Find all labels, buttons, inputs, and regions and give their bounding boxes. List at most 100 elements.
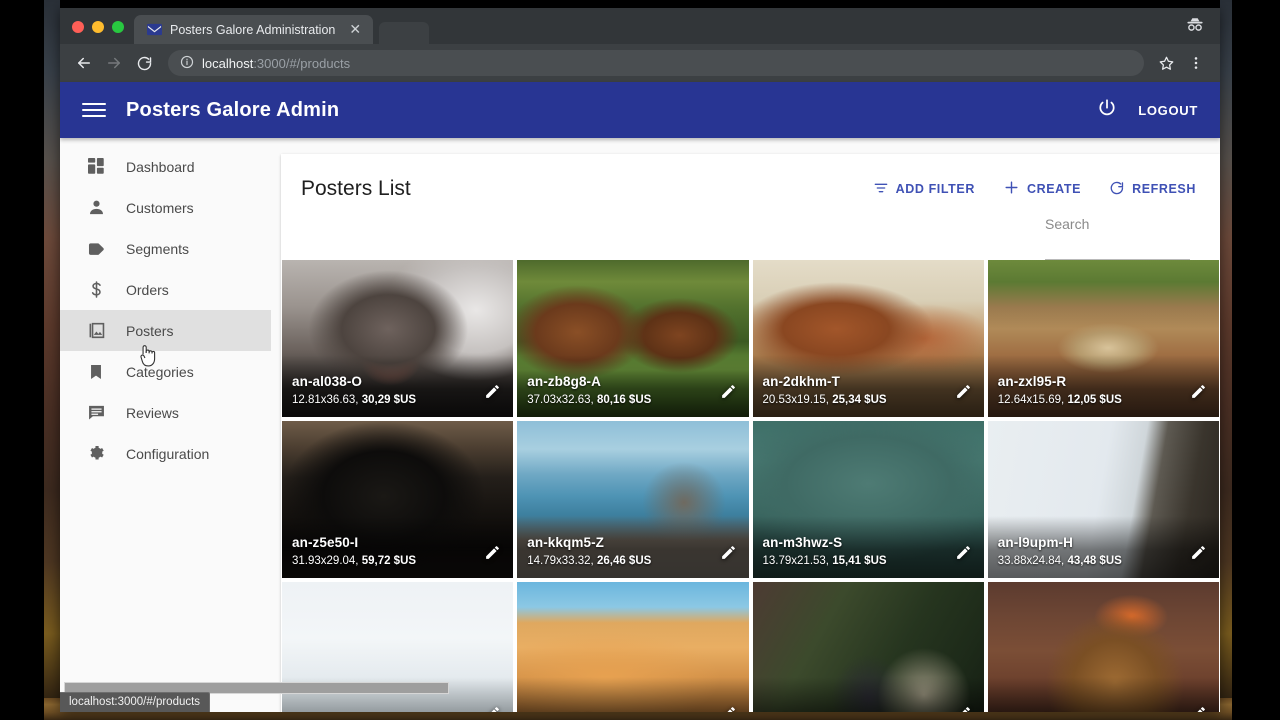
poster-card[interactable]: an-zxl95-R 12.64x15.69, 12,05 $US <box>987 260 1219 417</box>
poster-name: be-n8q2z-T <box>998 710 1070 712</box>
app-header-actions: LOGOUT <box>1096 97 1204 124</box>
add-filter-button[interactable]: ADD FILTER <box>867 176 981 203</box>
hamburger-icon[interactable] <box>76 92 112 128</box>
address-bar[interactable]: localhost:3000/#/products <box>168 50 1144 76</box>
maximize-window-button[interactable] <box>112 21 124 33</box>
panel-title: Posters List <box>301 177 411 200</box>
desktop-wallpaper-left <box>44 0 60 720</box>
poster-card[interactable]: an-ytst7-R <box>517 582 749 712</box>
poster-caption: be-n8q2z-T <box>998 710 1070 712</box>
app-body: Dashboard Customers Segments Orders Post… <box>60 138 1220 712</box>
window-controls[interactable] <box>60 21 134 44</box>
poster-meta: 31.93x29.04, 59,72 $US <box>292 554 416 568</box>
status-bar-url: localhost:3000/#/products <box>60 692 211 712</box>
poster-price: 26,46 $US <box>596 554 652 567</box>
poster-card[interactable]: be-k9udr-U <box>752 582 984 712</box>
pencil-icon[interactable] <box>720 705 737 712</box>
pencil-icon[interactable] <box>720 383 737 405</box>
sidebar-item-label: Reviews <box>126 404 179 421</box>
info-icon[interactable] <box>180 55 194 72</box>
desktop-wallpaper-right <box>1220 0 1232 720</box>
poster-caption: an-l9upm-H 33.88x24.84, 43,48 $US <box>998 535 1122 568</box>
forward-button[interactable] <box>100 49 128 77</box>
poster-card[interactable]: an-zb8g8-A 37.03x32.63, 80,16 $US <box>517 260 749 417</box>
pencil-icon[interactable] <box>484 544 501 566</box>
sidebar-item-configuration[interactable]: Configuration <box>60 433 271 474</box>
sidebar-item-customers[interactable]: Customers <box>60 187 271 228</box>
poster-name: an-ytst7-R <box>527 710 594 712</box>
poster-caption: an-ytst7-R <box>527 710 594 712</box>
poster-price: 30,29 $US <box>361 393 417 406</box>
poster-caption: an-zxl95-R 12.64x15.69, 12,05 $US <box>998 374 1122 407</box>
power-icon[interactable] <box>1096 97 1118 124</box>
sidebar-item-label: Orders <box>126 281 169 298</box>
poster-name: an-kkqm5-Z <box>527 534 605 550</box>
poster-price: 43,48 $US <box>1067 554 1122 567</box>
close-window-button[interactable] <box>72 21 84 33</box>
pencil-icon[interactable] <box>1190 705 1207 712</box>
pencil-icon[interactable] <box>1190 383 1207 405</box>
poster-meta: 20.53x19.15, 25,34 $US <box>763 393 887 407</box>
create-button[interactable]: CREATE <box>997 175 1087 203</box>
pencil-icon[interactable] <box>955 544 972 566</box>
pencil-icon[interactable] <box>1190 544 1207 566</box>
logout-button[interactable]: LOGOUT <box>1138 103 1198 118</box>
poster-card[interactable]: an-z5e50-I 31.93x29.04, 59,72 $US <box>282 421 514 578</box>
pencil-icon[interactable] <box>955 705 972 712</box>
refresh-button[interactable]: REFRESH <box>1103 176 1202 203</box>
poster-name: an-m3hwz-S <box>762 534 843 550</box>
poster-caption: be-k9udr-U <box>763 710 835 712</box>
poster-caption: an-al038-O 12.81x36.63, 30,29 $US <box>292 374 416 407</box>
sidebar-item-segments[interactable]: Segments <box>60 228 271 269</box>
admin-app: Posters Galore Admin LOGOUT Dashboard Cu… <box>60 82 1220 712</box>
search-row: Search <box>281 206 1220 260</box>
sidebar-item-categories[interactable]: Categories <box>60 351 271 392</box>
poster-card[interactable]: an-2dkhm-T 20.53x19.15, 25,34 $US <box>752 260 984 417</box>
pencil-icon[interactable] <box>955 383 972 405</box>
browser-window: Posters Galore Administration ✕ localhos… <box>60 8 1220 712</box>
poster-caption: an-z5e50-I 31.93x29.04, 59,72 $US <box>292 535 416 568</box>
pencil-icon[interactable] <box>484 705 501 712</box>
sidebar-item-label: Posters <box>126 322 174 339</box>
reload-button[interactable] <box>130 49 158 77</box>
tab-title: Posters Galore Administration <box>170 22 336 37</box>
close-tab-button[interactable]: ✕ <box>343 22 363 38</box>
tag-icon <box>84 237 108 261</box>
bookmark-star-icon[interactable] <box>1152 49 1180 77</box>
poster-card[interactable]: an-l9upm-H 33.88x24.84, 43,48 $US <box>987 421 1219 578</box>
person-icon <box>84 196 108 220</box>
search-input[interactable]: Search <box>1045 216 1190 260</box>
browser-menu-button[interactable] <box>1182 49 1210 77</box>
sidebar: Dashboard Customers Segments Orders Post… <box>60 138 271 712</box>
poster-card[interactable]: be-n8q2z-T <box>987 582 1219 712</box>
site-favicon <box>146 22 162 38</box>
sidebar-item-orders[interactable]: Orders <box>60 269 271 310</box>
poster-card[interactable]: an-m3hwz-S 13.79x21.53, 15,41 $US <box>752 421 984 578</box>
poster-price: 15,41 $US <box>832 554 887 567</box>
browser-tab[interactable]: Posters Galore Administration ✕ <box>134 15 374 44</box>
app-header: Posters Galore Admin LOGOUT <box>60 82 1220 138</box>
back-button[interactable] <box>70 49 98 77</box>
new-tab-button[interactable] <box>379 22 430 44</box>
pencil-icon[interactable] <box>484 383 501 405</box>
poster-caption: an-kkqm5-Z 14.79x33.32, 26,46 $US <box>527 535 651 568</box>
minimize-window-button[interactable] <box>92 21 104 33</box>
sidebar-item-posters[interactable]: Posters <box>60 310 271 367</box>
url-text: localhost:3000/#/products <box>202 56 350 71</box>
poster-card[interactable]: an-al038-O 12.81x36.63, 30,29 $US <box>282 260 514 417</box>
poster-meta: 14.79x33.32, 26,46 $US <box>527 554 651 568</box>
poster-card[interactable]: an-kkqm5-Z 14.79x33.32, 26,46 $US <box>517 421 749 578</box>
sidebar-item-dashboard[interactable]: Dashboard <box>60 146 271 187</box>
image-icon <box>84 319 108 343</box>
poster-meta: 12.81x36.63, 30,29 $US <box>292 393 416 407</box>
poster-dims: 31.93x29.04, <box>292 554 362 567</box>
sidebar-item-reviews[interactable]: Reviews <box>60 392 271 433</box>
incognito-icon <box>1184 16 1206 37</box>
poster-dims: 12.64x15.69, <box>997 393 1068 406</box>
browser-toolbar: localhost:3000/#/products <box>60 44 1220 82</box>
poster-price: 59,72 $US <box>361 554 417 567</box>
pencil-icon[interactable] <box>720 544 737 566</box>
poster-meta: 37.03x32.63, 80,16 $US <box>527 393 651 407</box>
posters-grid: an-al038-O 12.81x36.63, 30,29 $US an-zb8… <box>281 260 1220 712</box>
poster-dims: 12.81x36.63, <box>292 393 362 406</box>
